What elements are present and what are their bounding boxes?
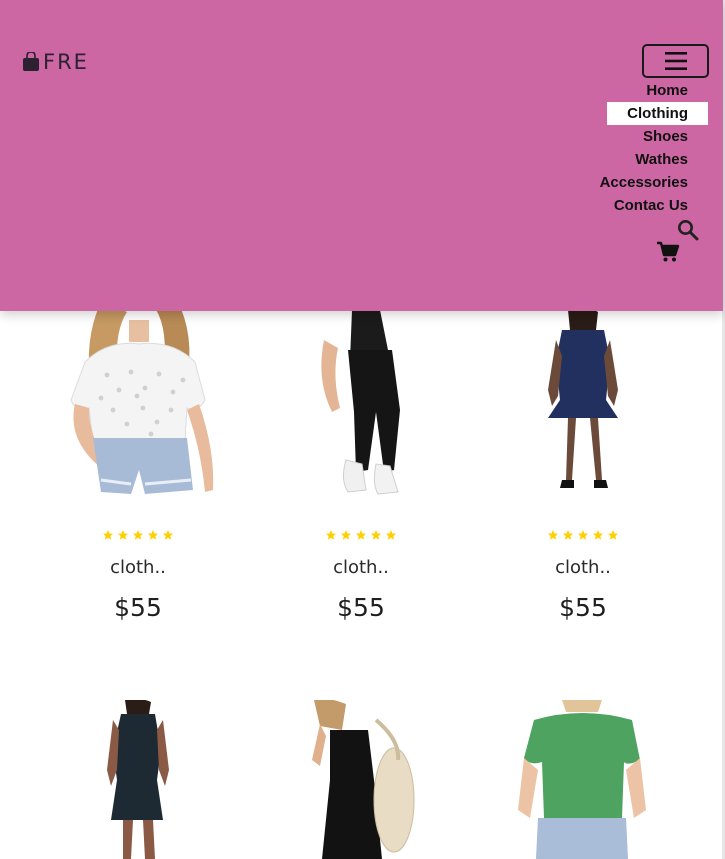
cart-icon[interactable] bbox=[656, 241, 680, 263]
site-header: FRE Home Clothing Shoes Wathes Accessori… bbox=[0, 0, 723, 311]
star-icon bbox=[118, 530, 128, 540]
star-icon bbox=[593, 530, 603, 540]
product-price: $55 bbox=[114, 593, 162, 622]
star-icon bbox=[386, 530, 396, 540]
rating-stars bbox=[27, 529, 249, 543]
nav-item-home[interactable]: Home bbox=[600, 79, 708, 102]
product-info: cloth.. $55 bbox=[27, 529, 249, 623]
rating-stars bbox=[472, 529, 694, 543]
star-icon bbox=[563, 530, 573, 540]
star-icon bbox=[548, 530, 558, 540]
product-image[interactable] bbox=[472, 700, 694, 859]
star-icon bbox=[133, 530, 143, 540]
nav-item-watches[interactable]: Wathes bbox=[600, 148, 708, 171]
nav-item-accessories[interactable]: Accessories bbox=[600, 171, 708, 194]
star-icon bbox=[103, 530, 113, 540]
rating-stars bbox=[250, 529, 472, 543]
shopping-bag-icon bbox=[22, 51, 40, 72]
product-name[interactable]: cloth.. bbox=[250, 557, 472, 579]
star-icon bbox=[578, 530, 588, 540]
star-icon bbox=[371, 530, 381, 540]
star-icon bbox=[163, 530, 173, 540]
product-image[interactable] bbox=[27, 300, 249, 500]
product-price: $55 bbox=[337, 593, 385, 622]
star-icon bbox=[326, 530, 336, 540]
nav-menu: Home Clothing Shoes Wathes Accessories C… bbox=[600, 79, 708, 217]
nav-toggle-button[interactable] bbox=[642, 44, 709, 78]
product-info: cloth.. $55 bbox=[250, 529, 472, 623]
product-name[interactable]: cloth.. bbox=[27, 557, 249, 579]
brand-logo[interactable]: FRE bbox=[22, 50, 89, 74]
star-icon bbox=[341, 530, 351, 540]
product-image[interactable] bbox=[250, 300, 472, 500]
star-icon bbox=[608, 530, 618, 540]
product-image[interactable] bbox=[27, 700, 249, 859]
product-image[interactable] bbox=[250, 700, 472, 859]
star-icon bbox=[148, 530, 158, 540]
brand-name: FRE bbox=[43, 50, 89, 74]
star-icon bbox=[356, 530, 366, 540]
product-info: cloth.. $55 bbox=[472, 529, 694, 623]
nav-item-shoes[interactable]: Shoes bbox=[600, 125, 708, 148]
product-image[interactable] bbox=[472, 300, 694, 500]
product-name[interactable]: cloth.. bbox=[472, 557, 694, 579]
nav-item-contact[interactable]: Contac Us bbox=[600, 194, 708, 217]
hamburger-icon bbox=[664, 52, 687, 70]
nav-item-clothing[interactable]: Clothing bbox=[607, 102, 708, 125]
product-price: $55 bbox=[559, 593, 607, 622]
search-icon[interactable] bbox=[677, 219, 699, 241]
